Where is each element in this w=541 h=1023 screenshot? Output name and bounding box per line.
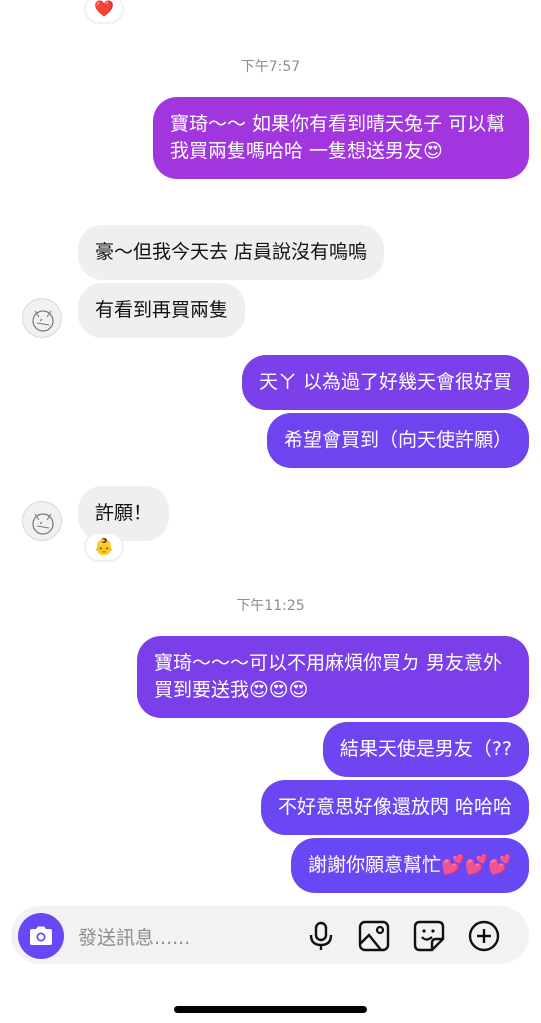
avatar[interactable]: [22, 298, 62, 338]
avatar[interactable]: [22, 501, 62, 541]
avatar-drawing-icon: [32, 513, 54, 535]
message-bubble-outgoing[interactable]: 希望會買到（向天使許願）: [266, 413, 529, 468]
microphone-icon[interactable]: [304, 919, 338, 953]
reaction-heart[interactable]: ❤️: [84, 0, 124, 24]
message-bubble-outgoing[interactable]: 結果天使是男友（??: [322, 722, 529, 777]
plus-icon[interactable]: [467, 919, 501, 953]
sticker-icon[interactable]: [412, 919, 446, 953]
message-thread[interactable]: ❤️ 下午7:57 寶琦～～ 如果你有看到晴天兔子 可以幫我買兩隻嗎哈哈 一隻想…: [0, 0, 541, 900]
message-input[interactable]: 發送訊息......: [78, 923, 190, 950]
camera-icon: [30, 926, 52, 945]
message-bubble-outgoing[interactable]: 寶琦～～～可以不用麻煩你買ㄉ 男友意外買到要送我😍😍😍: [137, 636, 529, 718]
reaction-baby[interactable]: 👶: [84, 532, 124, 562]
camera-button[interactable]: [18, 913, 64, 959]
timestamp: 下午7:57: [240, 59, 301, 75]
message-bubble-outgoing[interactable]: 寶琦～～ 如果你有看到晴天兔子 可以幫我買兩隻嗎哈哈 一隻想送男友😍: [153, 97, 529, 179]
message-bubble-incoming[interactable]: 有看到再買兩隻: [78, 283, 246, 338]
message-bubble-outgoing[interactable]: 謝謝你願意幫忙💕💕💕: [291, 838, 529, 893]
timestamp: 下午11:25: [236, 598, 305, 614]
message-bubble-outgoing[interactable]: 天ㄚ 以為過了好幾天會很好買: [241, 355, 529, 410]
avatar-drawing-icon: [32, 310, 54, 332]
home-indicator: [174, 1006, 367, 1013]
message-bubble-outgoing[interactable]: 不好意思好像還放閃 哈哈哈: [260, 780, 529, 835]
message-composer: 發送訊息......: [11, 906, 529, 964]
image-icon[interactable]: [357, 919, 391, 953]
message-bubble-incoming[interactable]: 豪～但我今天去 店員說沒有嗚嗚: [78, 225, 385, 280]
